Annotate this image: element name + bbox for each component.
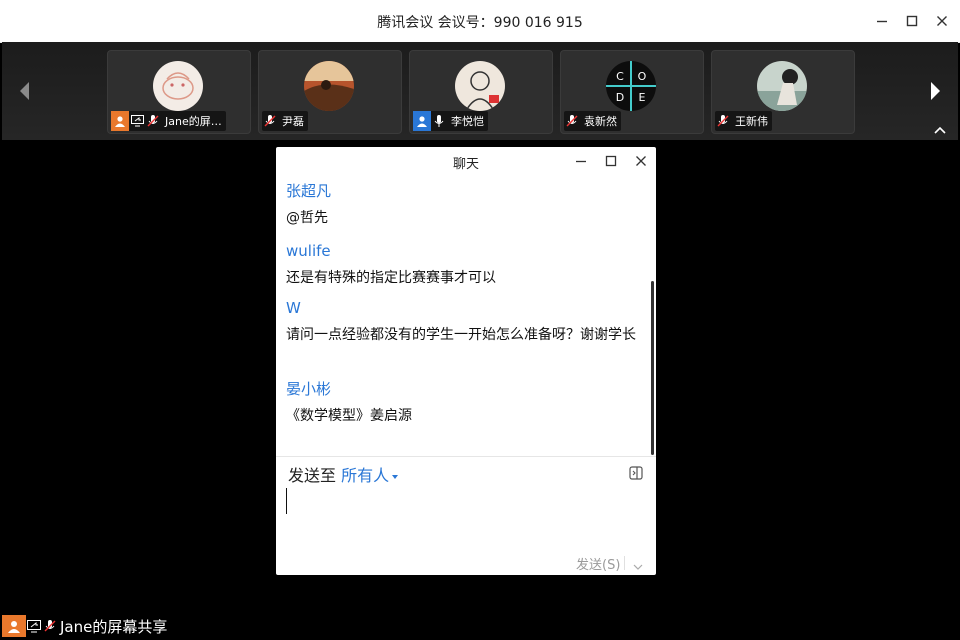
popout-button[interactable]	[629, 465, 643, 480]
logo-letter: E	[639, 91, 646, 104]
send-to-target: 所有人	[341, 466, 390, 485]
participant-name: 李悦恺	[451, 115, 484, 128]
message-text: 《数学模型》姜启源	[286, 408, 412, 424]
mic-muted-icon	[715, 113, 731, 129]
collapse-strip-button[interactable]	[932, 123, 948, 137]
chat-maximize-button[interactable]	[601, 151, 621, 171]
logo-letter: O	[638, 70, 647, 83]
screen-share-icon	[129, 113, 145, 129]
text-cursor	[286, 488, 287, 514]
chat-message: 张超凡 @哲先	[286, 181, 648, 232]
participant-name-bar: 尹磊	[262, 111, 308, 131]
close-icon	[636, 156, 646, 166]
participant-name-bar: Jane的屏…	[111, 111, 226, 131]
participant-name: 尹磊	[282, 115, 304, 128]
logo-letter: D	[616, 91, 624, 104]
window-title: 腾讯会议 会议号：990 016 915	[377, 15, 583, 31]
chat-message: 晏小彬 《数学模型》姜启源	[286, 379, 648, 430]
avatar-image	[757, 69, 807, 111]
avatar-image	[466, 71, 499, 110]
chat-message: wulife 还是有特殊的指定比赛赛事才可以	[286, 241, 648, 292]
divider	[276, 456, 656, 457]
send-to-selector: 发送至 所有人	[288, 462, 399, 486]
avatar-image	[162, 72, 194, 100]
scroll-right-button[interactable]	[924, 78, 946, 104]
message-text: 请问一点经验都没有的学生一开始怎么准备呀？谢谢学长	[286, 327, 636, 343]
mic-muted-icon	[42, 618, 58, 634]
message-sender[interactable]: 张超凡	[286, 181, 648, 201]
close-icon	[937, 16, 947, 26]
host-icon	[2, 615, 26, 637]
message-text: 还是有特殊的指定比赛赛事才可以	[286, 270, 496, 286]
chat-minimize-button[interactable]	[571, 151, 591, 171]
user-icon	[413, 111, 431, 131]
screen-share-name: Jane的屏幕共享	[60, 617, 168, 636]
chat-window: 聊天 张超凡 @哲先 wulife 还是有特殊的指定比赛赛事才可以 W 请问一点…	[276, 147, 656, 575]
chevron-left-icon	[20, 82, 29, 100]
mic-icon	[431, 113, 447, 129]
minimize-button[interactable]	[872, 11, 892, 31]
participant-tile[interactable]: 王新伟	[711, 50, 855, 134]
logo-letter: C	[616, 70, 624, 83]
participant-strip: Jane的屏… 尹磊 李悦恺 C O D E 袁新然 王新伟	[2, 42, 958, 140]
chat-close-button[interactable]	[631, 151, 651, 171]
send-to-dropdown[interactable]: 所有人	[341, 466, 399, 485]
minimize-icon	[877, 20, 887, 23]
message-input[interactable]	[286, 487, 646, 547]
avatar	[757, 61, 807, 111]
maximize-icon	[906, 15, 918, 27]
chat-scrollbar[interactable]	[651, 281, 654, 455]
avatar	[455, 61, 505, 111]
participant-tile[interactable]: 尹磊	[258, 50, 402, 134]
code-logo-image: C O D E	[606, 61, 656, 111]
avatar: C O D E	[606, 61, 656, 111]
chevron-right-icon	[931, 82, 940, 100]
participant-name: 袁新然	[584, 115, 617, 128]
title-bar: 腾讯会议 会议号：990 016 915	[0, 0, 960, 43]
message-text: @哲先	[286, 210, 328, 226]
participant-tile[interactable]: Jane的屏…	[107, 50, 251, 134]
send-separator	[624, 556, 625, 570]
send-options-button[interactable]	[633, 557, 643, 570]
maximize-button[interactable]	[902, 11, 922, 31]
participant-name: Jane的屏…	[165, 115, 222, 128]
participant-name: 王新伟	[735, 115, 768, 128]
mic-muted-icon	[145, 113, 161, 129]
avatar	[153, 61, 203, 111]
popout-icon	[629, 466, 643, 480]
participant-tile[interactable]: C O D E 袁新然	[560, 50, 704, 134]
chat-header: 聊天	[276, 147, 656, 175]
message-sender[interactable]: wulife	[286, 241, 648, 261]
send-to-label: 发送至	[288, 466, 337, 485]
close-button[interactable]	[932, 11, 952, 31]
avatar	[304, 61, 354, 111]
minimize-icon	[576, 160, 586, 163]
participant-name-bar: 李悦恺	[413, 111, 488, 131]
message-list[interactable]: 张超凡 @哲先 wulife 还是有特殊的指定比赛赛事才可以 W 请问一点经验都…	[276, 175, 656, 457]
participant-tile[interactable]: 李悦恺	[409, 50, 553, 134]
caret-down-icon	[392, 474, 399, 479]
mic-muted-icon	[564, 113, 580, 129]
avatar-image	[304, 61, 354, 111]
maximize-icon	[605, 155, 617, 167]
message-sender[interactable]: W	[286, 298, 648, 318]
chat-title: 聊天	[452, 157, 479, 172]
screen-share-icon	[26, 618, 42, 634]
participant-name-bar: 袁新然	[564, 111, 621, 131]
message-sender[interactable]: 晏小彬	[286, 379, 648, 399]
chevron-up-icon	[934, 126, 946, 134]
scroll-left-button[interactable]	[14, 78, 36, 104]
send-button[interactable]: 发送(S)	[576, 554, 620, 573]
screen-share-label: Jane的屏幕共享	[2, 615, 167, 637]
participant-name-bar: 王新伟	[715, 111, 772, 131]
mic-muted-icon	[262, 113, 278, 129]
chat-message: W 请问一点经验都没有的学生一开始怎么准备呀？谢谢学长	[286, 298, 648, 349]
host-icon	[111, 111, 129, 131]
chevron-down-icon	[633, 564, 643, 570]
